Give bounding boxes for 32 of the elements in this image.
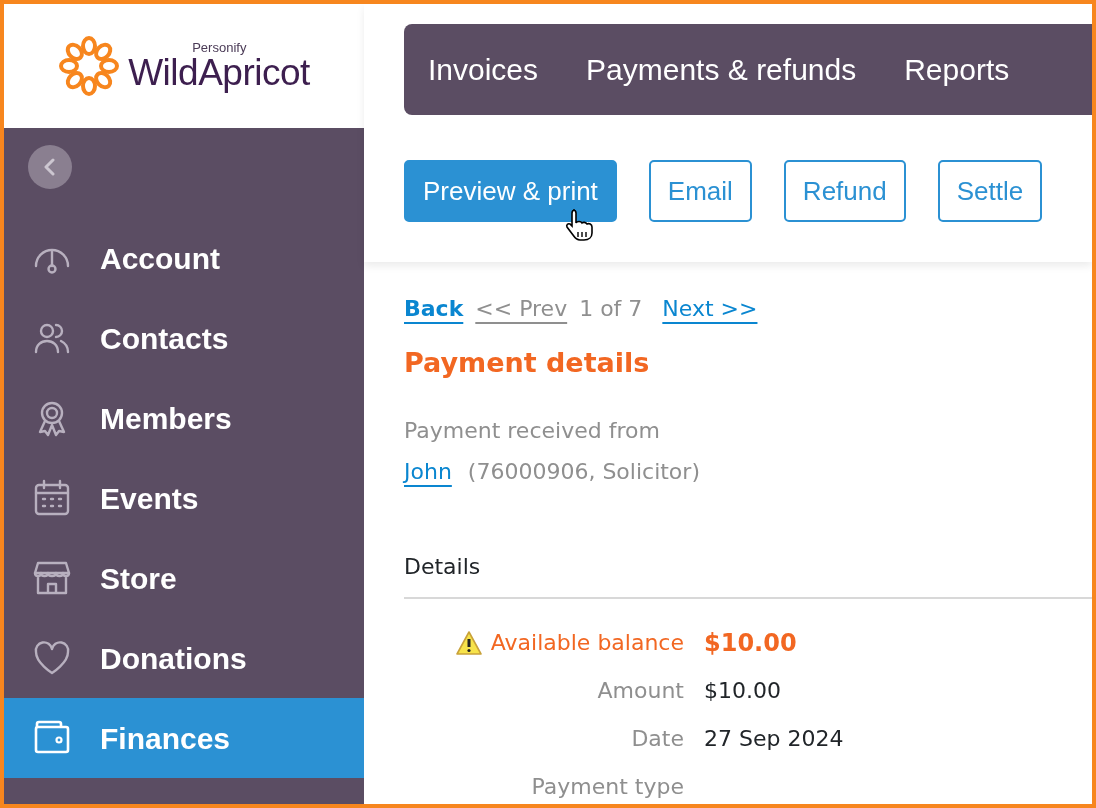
contact-link[interactable]: John — [404, 454, 452, 488]
field-label: Date — [631, 725, 684, 753]
field-label: Amount — [597, 677, 684, 705]
field-value: 27 Sep 2024 — [704, 725, 844, 753]
received-label: Payment received from — [404, 416, 661, 445]
nav-tab[interactable]: Reports — [904, 47, 1010, 92]
field-value: $10.00 — [704, 677, 781, 705]
section-heading: Details — [404, 553, 481, 579]
sidebar-item[interactable]: Members — [4, 378, 364, 458]
chevron-left-icon — [43, 158, 57, 176]
sidebar-item[interactable]: Account — [4, 218, 364, 298]
nav-tab[interactable]: Invoices — [428, 47, 539, 92]
nav-tab[interactable]: Payments & refunds — [586, 47, 857, 92]
field-label: Available balance — [490, 629, 684, 657]
page-counter: 1 of 7 — [579, 295, 643, 323]
back-link[interactable]: Back — [404, 292, 464, 325]
collapse-button[interactable] — [28, 145, 72, 189]
sidebar-item[interactable]: Events — [4, 458, 364, 538]
page-title: Payment details — [404, 346, 651, 380]
hand-cursor-icon — [564, 208, 594, 242]
contact-info: (76000906, Solicitor) — [467, 457, 700, 486]
field-label: Payment type — [531, 773, 684, 801]
next-link[interactable]: Next >> — [662, 292, 758, 325]
flower-icon — [58, 35, 121, 97]
calendar-icon — [32, 478, 72, 518]
sidebar-item[interactable]: Donations — [4, 618, 364, 698]
sidebar-item[interactable]: Contacts — [4, 298, 364, 378]
logo-text: WildApricot — [128, 54, 310, 91]
logo-subtitle: Personify — [192, 41, 248, 54]
warning-icon — [454, 629, 483, 656]
field-value: $10.00 — [704, 627, 797, 659]
sidebar-item[interactable]: Store — [4, 538, 364, 618]
